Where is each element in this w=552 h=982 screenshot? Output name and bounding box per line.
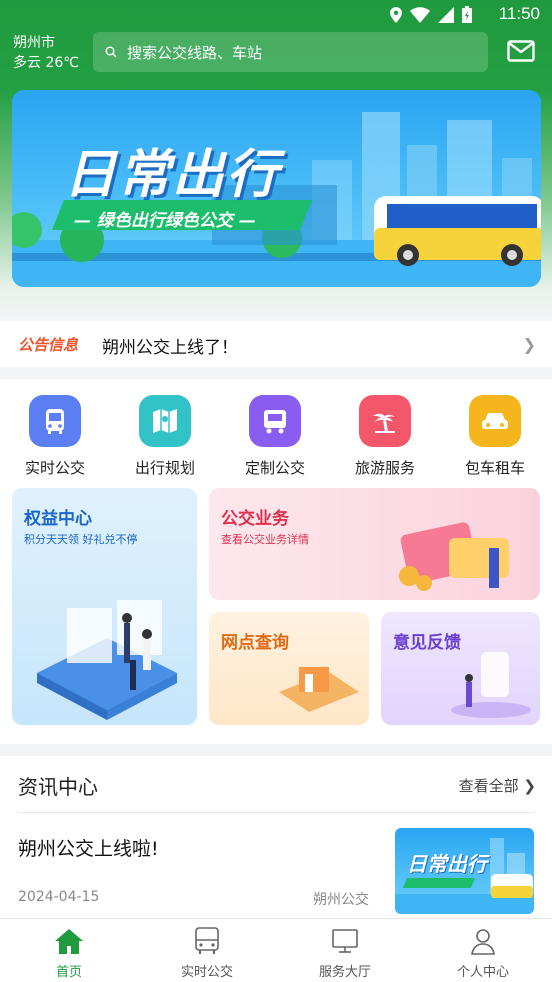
tab-label: 服务大厅	[318, 965, 371, 980]
bus-icon	[195, 927, 219, 954]
view-all-link[interactable]: 查看全部 ❯	[459, 775, 536, 796]
service-label: 定制公交	[244, 459, 305, 477]
news-date: 2024-04-15	[18, 889, 100, 905]
service-tourism[interactable]: 旅游服务	[337, 395, 433, 478]
tab-realtime-bus[interactable]: 实时公交	[138, 925, 276, 980]
rights-illustration	[37, 600, 177, 720]
notice-bar[interactable]: 公告信息 朔州公交上线了！ ❯	[0, 321, 552, 367]
feedback-illustration	[451, 652, 531, 718]
tab-service-hall[interactable]: 服务大厅	[276, 925, 414, 980]
service-section: 实时公交 出行规划 定制公交 旅游服务 包车租车 权益中心 积分天天领 好礼兑不…	[0, 379, 552, 744]
outlet-illustration	[279, 667, 359, 712]
map-icon	[139, 395, 191, 447]
chevron-right-icon: ❯	[522, 335, 536, 354]
news-source: 朔州公交	[313, 892, 369, 908]
tab-label: 实时公交	[180, 965, 233, 980]
tab-label: 首页	[55, 965, 82, 980]
service-custom-bus[interactable]: 定制公交	[227, 395, 323, 478]
battery-icon	[462, 6, 472, 23]
chevron-right-icon: ❯	[523, 777, 536, 795]
mail-icon[interactable]	[507, 40, 535, 62]
search-input[interactable]: 搜索公交线路、车站	[93, 32, 488, 72]
tab-profile[interactable]: 个人中心	[414, 925, 552, 980]
feedback-card[interactable]: 意见反馈	[381, 612, 540, 725]
weather-text: 多云 26℃	[13, 55, 79, 71]
service-realtime-bus[interactable]: 实时公交	[7, 395, 103, 478]
rights-center-card[interactable]: 权益中心 积分天天领 好礼兑不停	[12, 488, 197, 725]
news-heading: 资讯中心	[18, 775, 98, 799]
home-icon	[55, 929, 83, 954]
user-icon	[471, 929, 495, 955]
bottom-tab-bar: 首页 实时公交 服务大厅 个人中心	[0, 918, 552, 982]
divider	[18, 812, 534, 813]
service-label: 实时公交	[24, 459, 85, 477]
banner-carousel[interactable]: 日常出行 — 绿色出行绿色公交 —	[12, 90, 541, 287]
banner-subtitle: — 绿色出行绿色公交 —	[74, 211, 256, 231]
status-icons	[390, 6, 472, 23]
wifi-icon	[410, 6, 430, 23]
notice-message: 朔州公交上线了！	[102, 338, 238, 358]
city-name: 朔州市	[13, 35, 55, 51]
news-section: 资讯中心 查看全部 ❯ 朔州公交上线啦! 2024-04-15 朔州公交 日常出…	[0, 756, 552, 918]
news-title: 朔州公交上线啦!	[18, 838, 159, 860]
location-icon	[390, 6, 402, 23]
service-label: 出行规划	[134, 459, 195, 477]
service-label: 包车租车	[464, 459, 525, 477]
banner-title: 日常出行	[64, 145, 281, 205]
news-thumbnail: 日常出行	[395, 828, 534, 914]
notice-tag: 公告信息	[18, 336, 79, 354]
bus-icon	[29, 395, 81, 447]
service-trip-planning[interactable]: 出行规划	[117, 395, 213, 478]
weather-widget[interactable]: 朔州市 多云 26℃	[13, 33, 79, 73]
monitor-icon	[332, 929, 358, 953]
search-icon	[105, 46, 117, 58]
custom-bus-icon	[249, 395, 301, 447]
business-illustration	[399, 522, 509, 591]
car-icon	[469, 395, 521, 447]
status-bar: 11:50	[0, 0, 552, 30]
search-placeholder: 搜索公交线路、车站	[127, 43, 263, 62]
status-time: 11:50	[498, 4, 540, 23]
thumb-title: 日常出行	[407, 852, 487, 876]
service-charter-car[interactable]: 包车租车	[447, 395, 543, 478]
top-header: 朔州市 多云 26℃ 搜索公交线路、车站	[0, 30, 552, 76]
bus-business-card[interactable]: 公交业务 查看公交业务详情	[209, 488, 540, 600]
island-icon	[359, 395, 411, 447]
signal-icon	[438, 6, 454, 23]
tab-label: 个人中心	[456, 965, 509, 980]
view-all-label: 查看全部	[458, 777, 519, 795]
service-label: 旅游服务	[354, 459, 415, 477]
outlet-query-card[interactable]: 网点查询	[209, 612, 369, 725]
tab-home[interactable]: 首页	[0, 925, 138, 980]
